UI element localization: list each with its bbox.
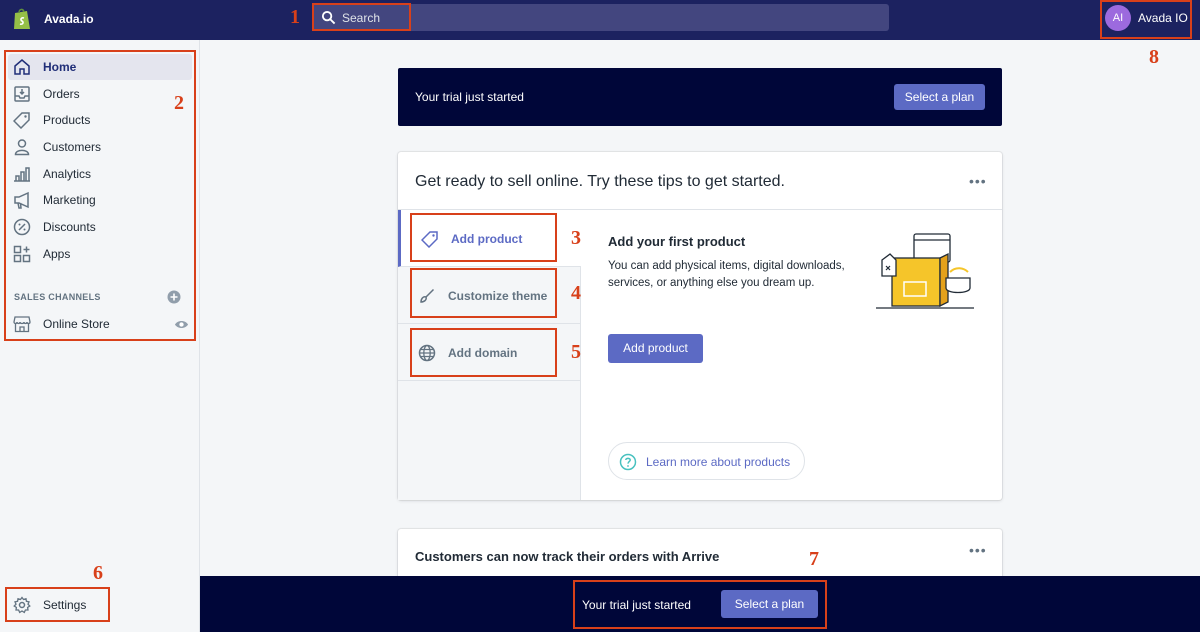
help-circle-icon	[619, 453, 637, 471]
callout-number: 4	[571, 282, 581, 304]
callout-box-1	[312, 3, 411, 31]
product-illustration	[876, 233, 974, 309]
callout-number: 1	[290, 6, 300, 28]
callout-box-2	[4, 50, 196, 341]
select-plan-button[interactable]: Select a plan	[894, 84, 985, 110]
callout-number: 2	[174, 92, 184, 114]
more-options-icon[interactable]: •••	[969, 174, 987, 188]
store-name[interactable]: Avada.io	[44, 12, 94, 26]
learn-more-label: Learn more about products	[646, 455, 791, 469]
callout-box-5	[410, 328, 557, 377]
shopify-bag-icon[interactable]	[12, 7, 32, 31]
callout-number: 8	[1149, 46, 1159, 68]
callout-number: 7	[809, 548, 819, 570]
more-options-icon[interactable]: •••	[969, 543, 987, 557]
callout-box-7	[573, 580, 827, 629]
add-product-button[interactable]: Add product	[608, 334, 703, 363]
tips-card: Get ready to sell online. Try these tips…	[398, 152, 1002, 500]
content-title: Add your first product	[608, 234, 746, 249]
callout-box-3	[410, 213, 557, 262]
callout-box-6	[5, 587, 110, 622]
trial-text: Your trial just started	[415, 90, 524, 104]
callout-number: 3	[571, 227, 581, 249]
card-title: Customers can now track their orders wit…	[415, 549, 720, 564]
callout-box-4	[410, 268, 557, 318]
callout-number: 5	[571, 341, 581, 363]
content-description: You can add physical items, digital down…	[608, 260, 845, 289]
callout-box-8	[1100, 0, 1192, 39]
callout-number: 6	[93, 562, 103, 584]
learn-more-link[interactable]: Learn more about products	[608, 442, 805, 480]
top-bar: Avada.io Search AI Avada IO	[0, 0, 1200, 40]
trial-banner: Your trial just started Select a plan	[398, 68, 1002, 126]
card-title: Get ready to sell online. Try these tips…	[415, 173, 785, 190]
